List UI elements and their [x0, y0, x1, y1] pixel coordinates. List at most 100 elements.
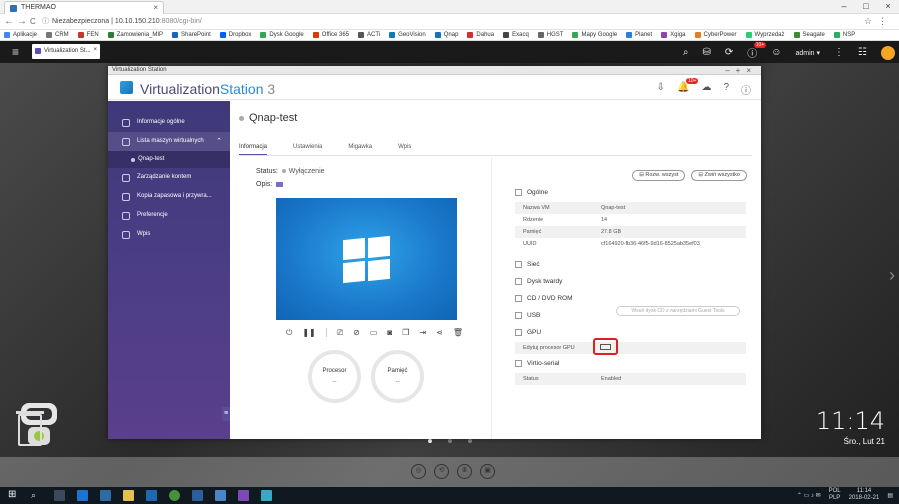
options-icon[interactable]: ☷ — [858, 47, 867, 58]
section-disk[interactable]: Dysk twardy — [515, 278, 562, 285]
force-shutdown-icon[interactable]: ⊘ — [353, 328, 360, 338]
recycle-bin-icon[interactable] — [16, 411, 44, 446]
taskbar-clock[interactable]: 11:14 2018-02-21 — [849, 488, 880, 502]
bookmark-item[interactable]: CRM — [46, 32, 69, 38]
main-menu-icon[interactable]: ≡ — [12, 45, 19, 59]
insert-guest-tools-button[interactable]: Wsuń dysk CD z narzędziami Guest Tools — [616, 306, 740, 316]
app-icon[interactable] — [238, 490, 249, 501]
notifications-icon[interactable]: ⓘ 10+ — [747, 42, 767, 60]
section-general[interactable]: Ogólne — [515, 189, 548, 196]
language-indicator[interactable]: POL PLP — [829, 488, 841, 502]
page-dot[interactable] — [428, 439, 432, 443]
page-dot[interactable] — [468, 439, 472, 443]
edge-icon[interactable] — [77, 490, 88, 501]
section-usb[interactable]: USB — [515, 312, 540, 319]
task-view-icon[interactable] — [54, 490, 65, 501]
user-avatar-icon[interactable]: ☺ — [771, 47, 781, 58]
store-icon[interactable] — [100, 490, 111, 501]
bookmark-item[interactable]: Xgiga — [661, 32, 686, 38]
bookmark-item[interactable]: Zamowienia_MIP — [107, 32, 163, 38]
bookmark-item[interactable]: NSP — [833, 32, 855, 38]
info-icon[interactable]: ⓘ — [42, 18, 49, 25]
cloud-icon[interactable]: ☁ — [701, 82, 711, 97]
tab-close-icon[interactable]: × — [153, 3, 158, 12]
sidebar-toggle-icon[interactable]: ≡ — [222, 407, 230, 421]
bookmark-item[interactable]: FEN — [77, 32, 99, 38]
bookmark-item[interactable]: Seagate — [793, 32, 825, 38]
bookmark-item[interactable]: SharePoint — [172, 32, 211, 38]
tab-info[interactable]: Informacja — [239, 138, 268, 155]
bookmark-item[interactable]: GeoVision — [389, 32, 426, 38]
bookmark-item[interactable]: Qnap — [434, 32, 458, 38]
dock-link-icon[interactable]: ◎ — [411, 464, 426, 479]
bookmark-item[interactable]: Dahua — [467, 32, 494, 38]
bookmark-item[interactable]: Dropbox — [219, 32, 251, 38]
bookmark-item[interactable]: Planet — [626, 32, 652, 38]
section-cdrom[interactable]: CD / DVD ROM — [515, 295, 573, 302]
bookmark-item[interactable]: CyberPower — [694, 32, 737, 38]
minimize-button[interactable]: – — [833, 0, 855, 14]
chrome-icon[interactable] — [169, 490, 180, 501]
windows-start-icon[interactable]: ⊞ — [8, 490, 19, 501]
sidebar-item-vm-list[interactable]: Lista maszyn wirtualnych ⌃ — [108, 132, 230, 151]
tab-settings[interactable]: Ustawienia — [293, 138, 322, 155]
search-icon[interactable]: ⌕ — [31, 490, 42, 501]
taskbar-app-virtualization[interactable]: Virtualization St... × — [32, 44, 100, 59]
back-button[interactable]: ← — [4, 16, 14, 28]
sidebar-subitem-vm[interactable]: Qnap-test — [108, 151, 230, 168]
info-icon[interactable]: ⓘ — [741, 82, 751, 97]
tab-logs[interactable]: Wpis — [398, 138, 411, 155]
task-close-icon[interactable]: × — [93, 47, 97, 53]
dock-sync-icon[interactable]: ⟲ — [434, 464, 449, 479]
app-window-controls[interactable]: –+× — [725, 66, 757, 75]
forward-button[interactable]: → — [17, 16, 27, 28]
bookmark-item[interactable]: Aplikacje — [4, 32, 37, 38]
app-icon[interactable] — [215, 490, 226, 501]
import-icon[interactable]: ⇩ — [657, 82, 665, 97]
dock-storage-icon[interactable]: ▣ — [480, 464, 495, 479]
browser-menu-icons[interactable]: ☆⋮ — [864, 16, 893, 27]
reload-button[interactable]: C — [30, 16, 36, 28]
tab-snapshot[interactable]: Migawka — [348, 138, 372, 155]
bookmark-item[interactable]: Wyprzedaż — [745, 32, 785, 38]
action-center-icon[interactable]: ▤ — [887, 492, 893, 499]
pause-icon[interactable]: ❚❚ — [302, 328, 315, 338]
bookmark-item[interactable]: Office 365 — [312, 32, 349, 38]
collapse-caret-icon[interactable]: ⌃ — [216, 132, 222, 151]
section-virtio[interactable]: Virtio-serial — [515, 360, 559, 367]
sidebar-item-accounts[interactable]: Zarządzanie kontem — [108, 168, 230, 187]
app-icon[interactable] — [261, 490, 272, 501]
browser-tab[interactable]: THERMAO × — [4, 1, 164, 14]
dock-apps-icon[interactable]: Ⅲ — [457, 464, 472, 479]
bookmark-item[interactable]: HGST — [537, 32, 563, 38]
collapse-all-button[interactable]: ⊟ Zwiń wszystko — [691, 170, 747, 181]
background-tasks-icon[interactable]: ⛁ — [702, 47, 710, 58]
reset-icon[interactable]: ⎚ — [337, 328, 343, 338]
sidebar-item-overview[interactable]: Informacje ogólne — [108, 113, 230, 132]
more-icon[interactable]: ⋮ — [834, 47, 844, 58]
edit-gpu-button[interactable] — [593, 338, 618, 355]
maximize-button[interactable]: □ — [855, 0, 877, 14]
explorer-icon[interactable] — [123, 490, 134, 501]
power-icon[interactable]: ⏻ — [286, 328, 292, 338]
console-icon[interactable]: ▭ — [370, 328, 378, 338]
vm-screen-preview[interactable] — [276, 198, 457, 320]
bookmark-item[interactable]: Dysk Google — [260, 32, 304, 38]
search-icon[interactable]: ⌕ — [683, 47, 689, 58]
expand-all-button[interactable]: ⊟ Rozw. wszyst — [632, 170, 686, 181]
sidebar-item-backup[interactable]: Kopia zapasowa i przywra... — [108, 187, 230, 206]
sidebar-item-preferences[interactable]: Preferencje — [108, 206, 230, 225]
app-icon[interactable] — [192, 490, 203, 501]
snapshot-icon[interactable]: ◙ — [387, 328, 392, 338]
close-button[interactable]: × — [877, 0, 899, 14]
section-gpu[interactable]: GPU — [515, 329, 541, 336]
export-icon[interactable]: ⇥ — [419, 328, 426, 338]
user-menu[interactable]: admin ▾ — [795, 49, 820, 57]
outlook-icon[interactable] — [146, 490, 157, 501]
notification-icon[interactable]: 🔔 10+ — [677, 78, 699, 97]
edit-description-icon[interactable] — [276, 181, 284, 187]
next-page-icon[interactable]: › — [889, 265, 895, 286]
page-dot[interactable] — [448, 439, 452, 443]
delete-icon[interactable]: 🗑 — [453, 328, 463, 338]
sidebar-item-logs[interactable]: Wpis — [108, 225, 230, 244]
